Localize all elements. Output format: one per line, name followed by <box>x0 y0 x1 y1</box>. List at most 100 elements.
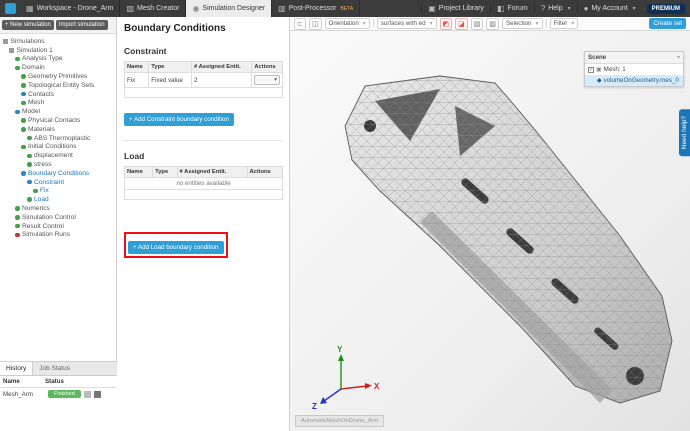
app-logo-icon[interactable] <box>5 3 16 14</box>
tab-mesh-creator[interactable]: ▧ Mesh Creator <box>120 0 186 17</box>
render-canvas[interactable]: Scene ▾ ✓ ▣ Mesh: 1 ◆ volumeOnGeometry.m… <box>290 31 690 431</box>
tab-post-processor[interactable]: ▥ Post-Processor BETA <box>272 0 360 17</box>
viewport-toolbar: ⊂ ◫ Orientation ▾ surfaces with ed ▾ ◩ ◪… <box>290 17 690 31</box>
clear-selection-icon[interactable]: ▨ <box>486 18 499 30</box>
toolbar-divider <box>373 19 374 28</box>
scene-tree-header: Scene ▾ <box>585 52 683 64</box>
visibility-checkbox[interactable]: ✓ <box>588 67 594 73</box>
tree-item-model[interactable]: Model <box>0 107 116 116</box>
tab-label: Post-Processor <box>289 5 337 12</box>
tree-item-boundary-conditions[interactable]: Boundary Conditions <box>0 169 116 178</box>
tab-history[interactable]: History <box>0 362 33 375</box>
tree-item-simulation-runs[interactable]: Simulation Runs <box>0 231 116 240</box>
render-mode-dropdown[interactable]: surfaces with ed ▾ <box>377 18 437 29</box>
tutorial-highlight-box: + Add Load boundary condition <box>124 232 228 258</box>
selection-dropdown[interactable]: Selection ▾ <box>502 18 542 29</box>
column-header: Name <box>125 62 149 73</box>
node-label: Load <box>34 196 49 203</box>
scene-item-mesh[interactable]: ✓ ▣ Mesh: 1 <box>585 64 683 75</box>
tree-item-simulation-control[interactable]: Simulation Control <box>0 213 116 222</box>
tree-item-materials[interactable]: Materials <box>0 125 116 134</box>
tree-item-result-control[interactable]: Result Control <box>0 222 116 231</box>
orientation-dropdown[interactable]: Orientation ▾ <box>325 18 370 29</box>
pick-volumes-icon[interactable]: ◪ <box>455 18 468 30</box>
my-account-menu[interactable]: ● My Account ▾ <box>577 5 642 13</box>
forum-button[interactable]: ◧ Forum <box>490 5 534 13</box>
need-help-tab[interactable]: Need help? <box>679 109 690 156</box>
sidebar-toolbar: + New simulation Import simulation <box>0 17 116 34</box>
add-load-button[interactable]: + Add Load boundary condition <box>128 241 224 254</box>
chevron-down-icon: ▾ <box>363 20 366 27</box>
status-icon <box>21 145 26 150</box>
project-library-icon: ▣ <box>428 5 436 13</box>
row-actions-dropdown[interactable]: ▾ <box>254 75 280 85</box>
filter-dropdown[interactable]: Filter ▾ <box>550 18 579 29</box>
table-empty-space <box>125 88 283 98</box>
premium-badge: PREMIUM <box>647 4 685 14</box>
tab-simulation-designer[interactable]: ◉ Simulation Designer <box>186 0 272 17</box>
new-simulation-button[interactable]: + New simulation <box>2 20 54 30</box>
workspace-tab[interactable]: ▦ Workspace - Drone_Arm <box>20 0 120 17</box>
node-label: Boundary Conditions <box>28 170 89 177</box>
status-icon <box>15 57 20 62</box>
magnet-snap-icon[interactable]: ⊂ <box>294 18 306 30</box>
render-mode-label: surfaces with ed <box>381 20 426 27</box>
tree-item-simulation-1[interactable]: Simulation 1 <box>0 46 116 55</box>
mesh-icon: ▣ <box>596 67 602 73</box>
run-name: Mesh_Arm <box>3 391 45 398</box>
tree-item-physical-contacts[interactable]: Physical Contacts <box>0 116 116 125</box>
delete-run-icon[interactable] <box>94 391 101 398</box>
help-menu[interactable]: ? Help ▾ <box>534 5 577 13</box>
import-simulation-button[interactable]: Import simulation <box>56 20 108 30</box>
node-label: displacement <box>34 152 73 159</box>
constraint-section-title: Constraint <box>124 46 283 56</box>
create-set-button[interactable]: Create set <box>649 18 686 29</box>
tree-item-load[interactable]: Load <box>0 195 116 204</box>
status-icon <box>27 180 32 185</box>
screenshot-icon[interactable]: ◫ <box>309 18 322 30</box>
tree-item-abs-thermoplastic[interactable]: ABS Thermoplastic <box>0 134 116 143</box>
my-account-label: My Account <box>591 5 627 12</box>
tree-item-initial-conditions[interactable]: Initial Conditions <box>0 143 116 152</box>
history-tabs: History Job Status <box>0 362 117 376</box>
scene-title: Scene <box>588 54 606 61</box>
viewport-3d[interactable]: ⊂ ◫ Orientation ▾ surfaces with ed ▾ ◩ ◪… <box>290 17 690 431</box>
collapse-icon[interactable]: ▾ <box>677 54 680 61</box>
tree-item-contacts[interactable]: Contacts <box>0 90 116 99</box>
table-row[interactable]: Mesh_Arm Finished <box>0 388 117 400</box>
axis-x-label: X <box>374 382 380 391</box>
table-row[interactable]: Fix Fixed value 2 ▾ <box>125 73 283 88</box>
view-run-icon[interactable] <box>84 391 91 398</box>
tree-item-fix[interactable]: Fix <box>0 187 116 196</box>
column-status: Status <box>45 378 64 385</box>
tab-label: Mesh Creator <box>137 5 179 12</box>
chevron-down-icon: ▾ <box>633 5 636 12</box>
tree-item-constraint[interactable]: Constraint <box>0 178 116 187</box>
tree-item-simulations[interactable]: Simulations <box>0 37 116 46</box>
add-constraint-button[interactable]: + Add Constraint boundary condition <box>124 113 234 126</box>
axis-y-label: Y <box>337 345 343 354</box>
tree-item-topological-entity-sets[interactable]: Topological Entity Sets <box>0 81 116 90</box>
project-library-button[interactable]: ▣ Project Library <box>421 5 490 13</box>
node-label: Contacts <box>28 91 54 98</box>
tree-item-displacement[interactable]: displacement <box>0 151 116 160</box>
mesh-name-field[interactable]: AutomaticMeshOnDrone_Arm <box>295 415 384 427</box>
user-icon: ● <box>584 5 589 13</box>
column-header: # Assigned Entit. <box>177 167 247 178</box>
tab-job-status[interactable]: Job Status <box>33 362 76 375</box>
pick-faces-icon[interactable]: ◩ <box>440 18 453 30</box>
page-title: Boundary Conditions <box>124 23 283 34</box>
application-window: ▦ Workspace - Drone_Arm ▧ Mesh Creator ◉… <box>0 0 690 431</box>
scene-item-label: volumeOnGeometry.mes_0 <box>604 77 679 84</box>
status-icon <box>15 224 20 229</box>
node-label: Constraint <box>34 179 64 186</box>
tree-item-stress[interactable]: stress <box>0 160 116 169</box>
tree-item-geometry-primitives[interactable]: Geometry Primitives <box>0 72 116 81</box>
tree-item-mesh[interactable]: Mesh <box>0 99 116 108</box>
tree-item-numerics[interactable]: Numerics <box>0 204 116 213</box>
box-select-icon[interactable]: ▧ <box>471 18 484 30</box>
tree-item-domain[interactable]: Domain <box>0 63 116 72</box>
status-badge: Finished <box>48 390 81 398</box>
tree-item-analysis-type[interactable]: Analysis Type <box>0 55 116 64</box>
scene-item-volume[interactable]: ◆ volumeOnGeometry.mes_0 <box>585 75 683 86</box>
